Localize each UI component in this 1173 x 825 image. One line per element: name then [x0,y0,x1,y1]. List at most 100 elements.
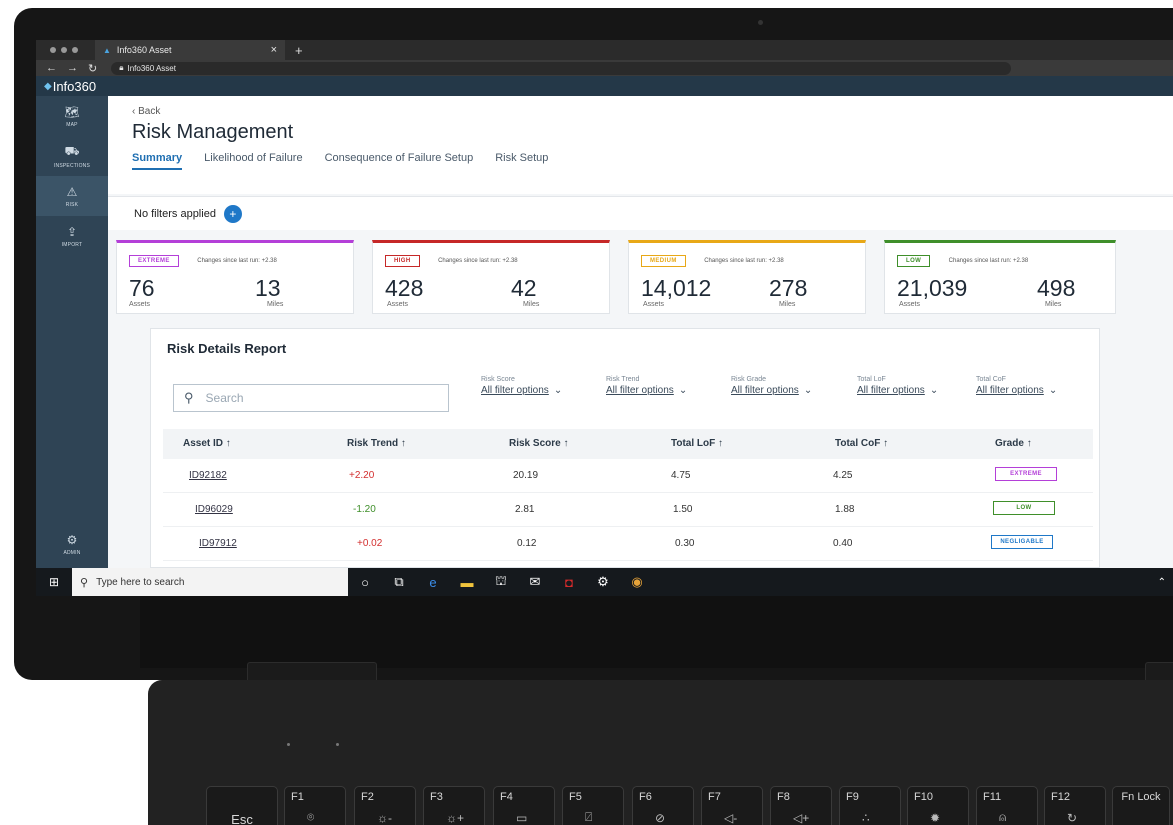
key-f2[interactable]: F2 ☼- [354,786,416,825]
mail-icon[interactable]: ✉ [518,574,552,590]
sidebar-item-map[interactable]: 🗺︎ MAP [36,96,108,136]
window-minimize-dot[interactable] [61,47,67,53]
key-f5[interactable]: F5 ⍁ [562,786,624,825]
settings-icon[interactable]: ⚙ [586,574,620,590]
column-header-total-lof[interactable]: Total LoF ↑ [671,438,723,449]
key-label: F1 [291,791,304,803]
column-header-total-cof[interactable]: Total CoF ↑ [835,438,888,449]
column-header-grade[interactable]: Grade ↑ [995,438,1032,449]
column-header-risk-score[interactable]: Risk Score ↑ [509,438,568,449]
grade-badge: LOW [993,501,1055,515]
back-arrow-icon[interactable]: ← [46,62,57,74]
info360-favicon-icon: ▲ [103,45,111,55]
key-f3[interactable]: F3 ☼+ [423,786,485,825]
filter-risk-grade[interactable]: Risk Grade All filter options ⌄ [731,376,812,396]
new-tab-button[interactable]: + [295,43,303,58]
reload-icon[interactable]: ↻ [88,62,97,75]
taskbar-search-input[interactable]: ⚲ Type here to search [72,568,348,596]
key-f12[interactable]: F12 ↻ [1044,786,1106,825]
filter-select[interactable]: All filter options ⌄ [976,385,1057,396]
table-row[interactable]: ID92182 +2.20 20.19 4.75 4.25 EXTREME [163,459,1093,493]
key-f4[interactable]: F4 ▭ [493,786,555,825]
sidebar-label: RISK [65,201,79,208]
key-f10[interactable]: F10 ✹ [907,786,969,825]
filter-bar: No filters applied + [108,196,1173,230]
table-row[interactable]: ID97912 +0.02 0.12 0.30 0.40 NEGLIGABLE [163,527,1093,561]
tab-likelihood-of-failure[interactable]: Likelihood of Failure [204,152,302,170]
sidebar-item-import[interactable]: ⇪ IMPORT [36,216,108,256]
key-label: F8 [777,791,790,803]
filter-total-lof[interactable]: Total LoF All filter options ⌄ [857,376,938,396]
back-label: Back [138,106,161,117]
column-header-asset-id[interactable]: Asset ID ↑ [183,438,231,449]
key-label: F5 [569,791,582,803]
edge-icon[interactable]: e [416,575,450,590]
forward-arrow-icon[interactable]: → [67,62,78,74]
file-explorer-icon[interactable]: ▬ [450,575,484,590]
filter-select[interactable]: All filter options ⌄ [481,385,562,396]
grade-badge: EXTREME [995,467,1057,481]
url-field[interactable]: 🔒︎ Info360 Asset [111,61,1012,75]
cortana-icon[interactable]: ○ [348,575,382,590]
key-esc[interactable]: Esc [206,786,278,825]
filter-select[interactable]: All filter options ⌄ [606,385,687,396]
sidebar-item-inspections[interactable]: ⛟ INSPECTIONS [36,136,108,176]
sidebar-item-risk[interactable]: ⚠︎ RISK [36,176,108,216]
mcafee-icon[interactable]: ◘ [552,575,586,590]
chrome-icon[interactable]: ◉ [620,574,654,590]
key-f1[interactable]: F1 ⌾ [284,786,346,825]
filter-select[interactable]: All filter options ⌄ [731,385,812,396]
key-fn-lock[interactable]: Fn Lock [1112,786,1170,825]
chevron-up-icon[interactable]: ⌃ [1158,577,1166,588]
task-view-icon[interactable]: ⧉ [382,574,416,590]
info360-logo-icon: ◆ [44,80,52,92]
assets-count: 76 [129,275,155,301]
key-f8[interactable]: F8 ◁+ [770,786,832,825]
browser-tab[interactable]: ▲ Info360 Asset × [95,40,285,60]
sort-arrow-icon: ↑ [718,438,724,449]
filter-risk-score[interactable]: Risk Score All filter options ⌄ [481,376,562,396]
laptop-screen: ▲ Info360 Asset × + ← → ↻ 🔒︎ Info360 Ass… [36,40,1173,596]
browser-addressbar: ← → ↻ 🔒︎ Info360 Asset [36,60,1173,76]
assets-count: 428 [385,275,424,301]
sidebar-item-admin[interactable]: ⚙︎ ADMIN [36,524,108,564]
filter-total-cof[interactable]: Total CoF All filter options ⌄ [976,376,1057,396]
keyboard-backlight-icon: ∴ [862,811,870,825]
add-filter-button[interactable]: + [223,204,242,223]
key-label: F12 [1051,791,1070,803]
store-icon[interactable]: ⛫ [484,573,518,591]
display-icon: ▭ [516,811,528,825]
report-title: Risk Details Report [167,341,287,356]
brightness-down-icon: ☼- [377,811,392,825]
filter-risk-trend[interactable]: Risk Trend All filter options ⌄ [606,376,687,396]
card-low[interactable]: LOW Changes since last run: +2.38 21,039… [884,240,1116,314]
filters-status: No filters applied [134,207,216,220]
tab-consequence-of-failure-setup[interactable]: Consequence of Failure Setup [325,152,474,170]
key-f7[interactable]: F7 ◁- [701,786,763,825]
asset-id-link[interactable]: ID92182 [189,470,227,481]
back-link[interactable]: ‹ Back [132,106,1173,117]
column-header-risk-trend[interactable]: Risk Trend ↑ [347,438,406,449]
window-maximize-dot[interactable] [72,47,78,53]
tab-summary[interactable]: Summary [132,152,183,170]
browser-tabstrip: ▲ Info360 Asset × + [36,40,1173,60]
card-medium[interactable]: MEDIUM Changes since last run: +2.38 14,… [628,240,866,314]
webcam [758,20,763,25]
column-label: Risk Score [509,438,561,449]
key-f6[interactable]: F6 ⊘ [632,786,694,825]
key-f9[interactable]: F9 ∴ [839,786,901,825]
windows-start-icon[interactable]: ⊞ [36,575,72,589]
miles-label: Miles [523,301,540,308]
key-f11[interactable]: F11 ⍝ [976,786,1038,825]
tab-close-icon[interactable]: × [271,44,277,56]
card-extreme[interactable]: EXTREME Changes since last run: +2.38 76… [116,240,354,314]
search-input[interactable]: ⚲ Search [173,384,449,412]
filter-select[interactable]: All filter options ⌄ [857,385,938,396]
window-close-dot[interactable] [50,47,56,53]
card-high[interactable]: HIGH Changes since last run: +2.38 428 A… [372,240,610,314]
import-icon: ⇪ [66,224,78,239]
table-row[interactable]: ID96029 -1.20 2.81 1.50 1.88 LOW [163,493,1093,527]
tab-risk-setup[interactable]: Risk Setup [495,152,548,170]
asset-id-link[interactable]: ID96029 [195,504,233,515]
asset-id-link[interactable]: ID97912 [199,538,237,549]
